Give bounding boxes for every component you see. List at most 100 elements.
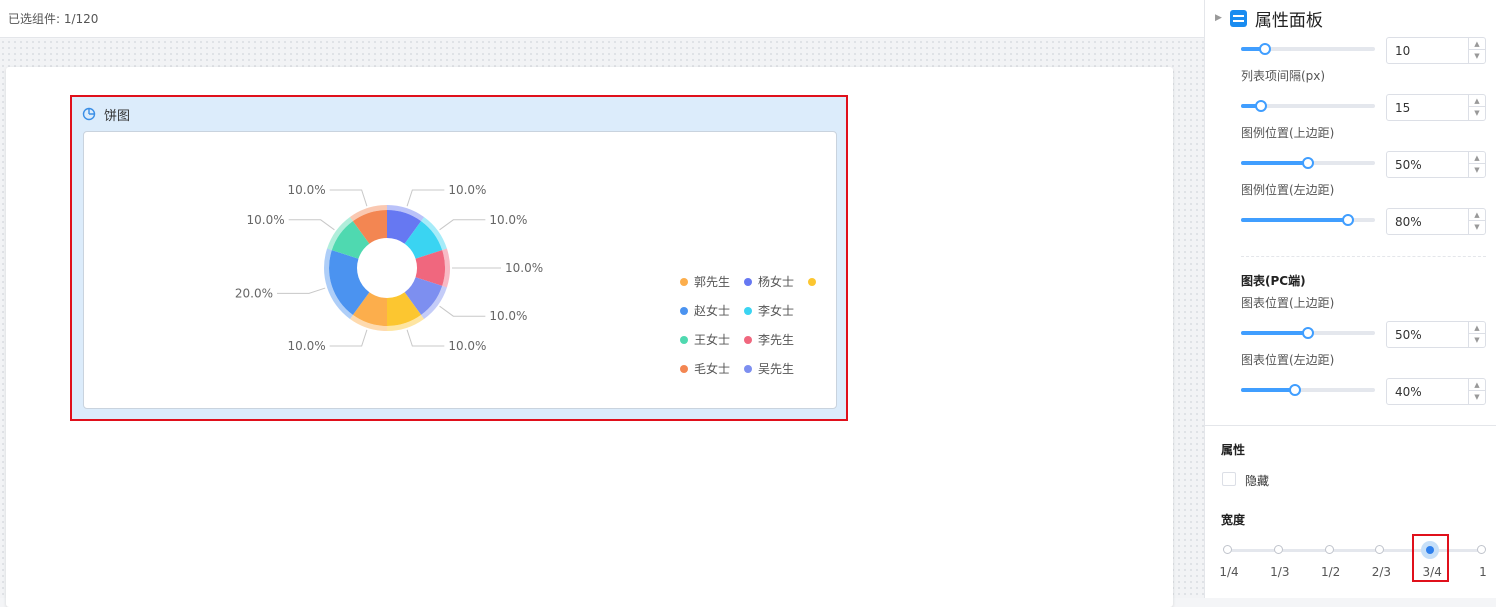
pc-section-title: 图表(PC端) (1241, 274, 1306, 288)
slice-label: 10.0% (489, 213, 527, 227)
width-step-dot[interactable] (1273, 545, 1283, 554)
legend-label[interactable]: 吴先生 (758, 362, 794, 376)
label-leader-line (406, 329, 445, 347)
number-input-value: 40% (1395, 385, 1422, 399)
label-leader-line (439, 305, 486, 317)
setting-slider[interactable] (1241, 43, 1375, 55)
label-leader-line (288, 219, 335, 231)
setting-slider[interactable] (1241, 157, 1375, 169)
chevron-down-icon[interactable]: ▼ (1469, 50, 1485, 62)
chevron-up-icon[interactable]: ▲ (1469, 379, 1485, 391)
legend-marker[interactable] (744, 278, 752, 286)
setting-slider[interactable] (1241, 327, 1375, 339)
slice-label: 10.0% (288, 339, 326, 353)
number-input[interactable]: 40% ▲ ▼ (1386, 378, 1486, 405)
width-step-label[interactable]: 1/2 (1321, 565, 1340, 579)
label-leader-line (406, 189, 445, 207)
chart-area: 10.0% 10.0% 10.0% 10.0% 10.0% 10.0% 20.0% 10.0%… (83, 131, 837, 409)
settings-icon (1229, 9, 1247, 27)
setting-slider[interactable] (1241, 214, 1375, 226)
number-stepper[interactable]: ▲ ▼ (1468, 152, 1485, 177)
panel-header[interactable]: ▶ 属性面板 (1205, 0, 1496, 36)
setting-label: 图例位置(上边距) (1241, 126, 1335, 140)
number-stepper[interactable]: ▲ ▼ (1468, 322, 1485, 347)
slider-fill (1241, 218, 1349, 222)
legend-marker[interactable] (680, 307, 688, 315)
chevron-down-icon[interactable]: ▼ (1469, 107, 1485, 119)
number-input-value: 50% (1395, 328, 1422, 342)
chevron-up-icon[interactable]: ▲ (1469, 322, 1485, 334)
setting-label: 图表位置(左边距) (1241, 353, 1335, 367)
slider-thumb[interactable] (1302, 327, 1314, 339)
attr-title: 属性 (1221, 443, 1246, 457)
number-input-value: 10 (1395, 44, 1411, 58)
number-input[interactable]: 15 ▲ ▼ (1386, 94, 1486, 121)
chevron-down-icon[interactable]: ▼ (1469, 221, 1485, 233)
slider-thumb[interactable] (1259, 43, 1272, 55)
chevron-down-icon[interactable]: ▼ (1469, 334, 1485, 346)
number-stepper[interactable]: ▲ ▼ (1468, 379, 1485, 404)
number-input[interactable]: 10 ▲ ▼ (1386, 37, 1486, 64)
panel-divider (1205, 425, 1496, 426)
slider-fill (1241, 161, 1308, 165)
chevron-up-icon[interactable]: ▲ (1469, 152, 1485, 164)
pie-chart-icon (82, 107, 96, 121)
chevron-down-icon[interactable]: ▼ (1469, 164, 1485, 176)
slider-thumb[interactable] (1342, 214, 1355, 226)
setting-label: 图例位置(左边距) (1241, 183, 1335, 197)
setting-slider[interactable] (1241, 384, 1375, 396)
number-input-value: 15 (1395, 101, 1411, 115)
legend-marker[interactable] (680, 336, 688, 344)
width-step-dot[interactable] (1375, 545, 1385, 554)
width-step-label[interactable]: 1/4 (1219, 565, 1238, 579)
slider-thumb[interactable] (1255, 100, 1268, 112)
legend-marker[interactable] (680, 278, 688, 286)
width-step-dot[interactable] (1223, 545, 1232, 554)
legend-label[interactable]: 郭先生 (694, 275, 730, 289)
setting-slider[interactable] (1241, 100, 1375, 112)
legend-label[interactable]: 毛女士 (694, 361, 730, 376)
page-canvas[interactable]: 饼图 10.0% 10.0% 10.0% 10.0% 10.0% 10.0% 20.0% 10… (6, 67, 1173, 607)
number-input[interactable]: 50% ▲ ▼ (1386, 321, 1486, 348)
legend-label[interactable]: 王女士 (694, 332, 730, 347)
widget-title: 饼图 (104, 108, 131, 124)
number-stepper[interactable]: ▲ ▼ (1468, 95, 1485, 120)
selected-count: 已选组件: 1/120 (8, 12, 99, 26)
chevron-up-icon[interactable]: ▲ (1469, 95, 1485, 107)
width-step-label[interactable]: 2/3 (1372, 565, 1391, 579)
slice-label: 10.0% (288, 183, 326, 197)
legend-marker[interactable] (808, 278, 816, 286)
width-step-dot[interactable] (1324, 545, 1334, 554)
property-panel: ▶ 属性面板 10 ▲ ▼ 列表项间隔(px) 15 ▲ ▼ 图例位置(上边距) 50% ▲ ▼ 图例… (1204, 0, 1496, 598)
number-input[interactable]: 50% ▲ ▼ (1386, 151, 1486, 178)
width-step-label[interactable]: 1 (1479, 565, 1487, 579)
width-step-label[interactable]: 1/3 (1270, 565, 1289, 579)
chevron-up-icon[interactable]: ▲ (1469, 209, 1485, 221)
chevron-up-icon[interactable]: ▲ (1469, 38, 1485, 50)
legend-marker[interactable] (744, 365, 752, 373)
hidden-checkbox[interactable] (1222, 472, 1236, 486)
legend-marker[interactable] (744, 307, 752, 315)
pie-chart: 10.0% 10.0% 10.0% 10.0% 10.0% 10.0% 20.0% 10.0%… (235, 183, 816, 376)
number-input-value: 50% (1395, 158, 1422, 172)
label-leader-line (329, 329, 368, 347)
pie-chart-widget[interactable]: 饼图 10.0% 10.0% 10.0% 10.0% 10.0% 10.0% 20.0% 10… (70, 95, 848, 421)
number-stepper[interactable]: ▲ ▼ (1468, 209, 1485, 234)
width-step-dot[interactable] (1477, 545, 1486, 554)
chevron-down-icon[interactable]: ▼ (1469, 391, 1485, 403)
legend-label[interactable]: 赵女士 (694, 303, 730, 318)
slider-thumb[interactable] (1288, 384, 1301, 396)
legend-label[interactable]: 李先生 (758, 332, 794, 347)
legend-label[interactable]: 李女士 (758, 303, 794, 318)
legend-marker[interactable] (744, 336, 752, 344)
legend-marker[interactable] (680, 365, 688, 373)
hidden-label: 隐藏 (1245, 474, 1270, 488)
slider-thumb[interactable] (1302, 157, 1314, 169)
number-stepper[interactable]: ▲ ▼ (1468, 38, 1485, 63)
caret-right-icon[interactable]: ▶ (1215, 13, 1222, 23)
legend-label[interactable]: 杨女士 (758, 274, 794, 289)
number-input[interactable]: 80% ▲ ▼ (1386, 208, 1486, 235)
panel-title: 属性面板 (1254, 10, 1323, 31)
slice-label: 10.0% (247, 213, 285, 227)
design-canvas[interactable]: 饼图 10.0% 10.0% 10.0% 10.0% 10.0% 10.0% 20.0% 10… (0, 39, 1204, 607)
